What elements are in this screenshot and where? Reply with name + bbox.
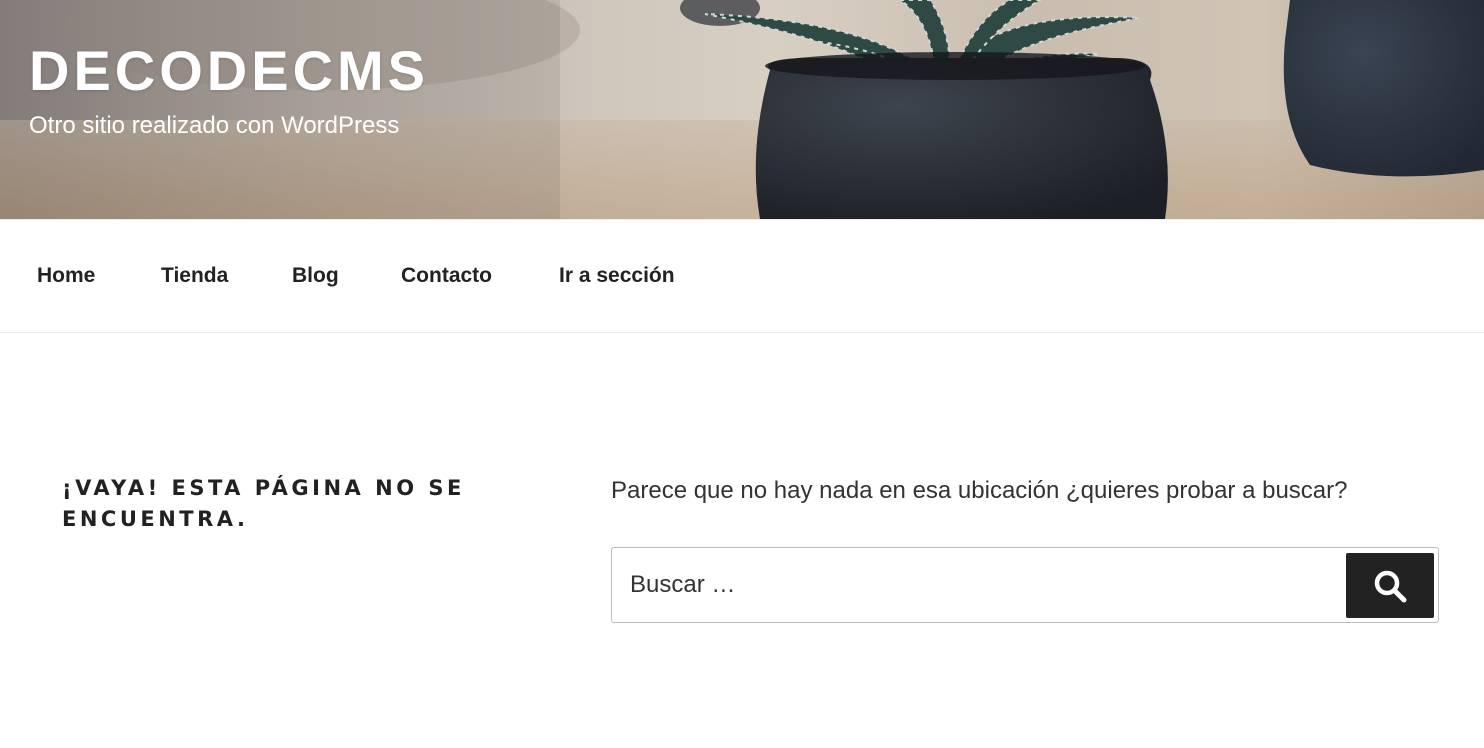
site-header: DECODECMS Otro sitio realizado con WordP…	[0, 0, 1484, 219]
main-navigation: Home Tienda Blog Contacto Ir a sección	[0, 219, 1484, 333]
search-input[interactable]	[612, 548, 1342, 622]
search-button[interactable]	[1346, 553, 1434, 618]
nav-item-blog[interactable]: Blog	[292, 261, 339, 291]
site-title[interactable]: DECODECMS	[29, 38, 429, 104]
nav-item-home[interactable]: Home	[37, 261, 95, 291]
nav-item-tienda[interactable]: Tienda	[161, 261, 228, 291]
site-description: Otro sitio realizado con WordPress	[29, 112, 400, 139]
page-title: ¡Vaya! Esta página no se encuentra.	[62, 476, 465, 531]
not-found-message: Parece que no hay nada en esa ubicación …	[611, 477, 1348, 504]
nav-item-contacto[interactable]: Contacto	[401, 261, 492, 291]
search-form	[611, 547, 1439, 623]
search-icon	[1372, 568, 1408, 604]
nav-item-ir-a-seccion[interactable]: Ir a sección	[559, 261, 675, 291]
